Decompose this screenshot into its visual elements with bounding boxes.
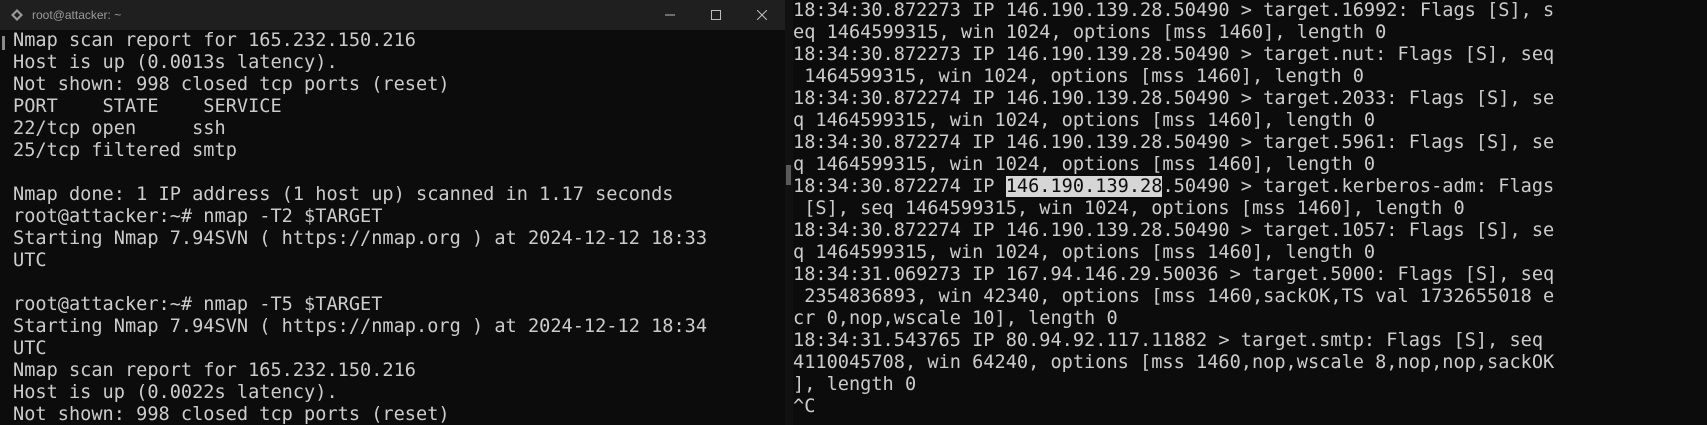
title-bar[interactable]: root@attacker: ~ [0, 0, 785, 30]
close-icon [757, 10, 767, 20]
terminal-line: 25/tcp filtered smtp [13, 140, 237, 161]
terminal-line: 18:34:30.872274 IP 146.190.139.28.50490 … [793, 88, 1555, 109]
terminal-line: 1464599315, win 1024, options [mss 1460]… [793, 66, 1364, 87]
terminal-app-icon [10, 8, 24, 22]
pane-divider[interactable] [785, 0, 793, 425]
terminal-line: ], length 0 [793, 374, 917, 395]
terminal-line: 18:34:30.872273 IP 146.190.139.28.50490 … [793, 44, 1555, 65]
maximize-button[interactable] [693, 0, 739, 30]
terminal-line: 18:34:30.872273 IP 146.190.139.28.50490 … [793, 0, 1555, 21]
terminal-line: 4110045708, win 64240, options [mss 1460… [793, 352, 1555, 373]
resize-handle-icon[interactable] [786, 165, 791, 185]
minimize-icon [665, 14, 675, 16]
highlighted-terminal-line: 18:34:30.872274 IP 146.190.139.28.50490 … [793, 176, 1693, 198]
terminal-line: q 1464599315, win 1024, options [mss 146… [793, 242, 1376, 263]
close-button[interactable] [739, 0, 785, 30]
minimize-button[interactable] [647, 0, 693, 30]
line-prefix: 18:34:30.872274 IP [793, 176, 1006, 197]
terminal-line: Nmap done: 1 IP address (1 host up) scan… [13, 184, 674, 205]
terminal-line: eq 1464599315, win 1024, options [mss 14… [793, 22, 1387, 43]
terminal-line: Host is up (0.0022s latency). [13, 382, 338, 403]
terminal-line: [S], seq 1464599315, win 1024, options [… [793, 198, 1465, 219]
terminal-line: 2354836893, win 42340, options [mss 1460… [793, 286, 1555, 307]
terminal-line: Starting Nmap 7.94SVN ( https://nmap.org… [13, 316, 708, 337]
right-terminal-output[interactable]: 18:34:30.872273 IP 146.190.139.28.50490 … [793, 0, 1693, 425]
terminal-line: ^C [793, 396, 816, 417]
terminal-line: q 1464599315, win 1024, options [mss 146… [793, 154, 1376, 175]
terminal-line: Nmap scan report for 165.232.150.216 [13, 30, 416, 51]
maximize-icon [711, 10, 721, 20]
terminal-line: 18:34:30.872274 IP 146.190.139.28.50490 … [793, 220, 1555, 241]
left-terminal-output[interactable]: Nmap scan report for 165.232.150.216 Hos… [13, 30, 783, 425]
terminal-line: cr 0,nop,wscale 10], length 0 [793, 308, 1118, 329]
terminal-line: Not shown: 998 closed tcp ports (reset) [13, 74, 450, 95]
terminal-line: UTC [13, 250, 47, 271]
terminal-line: 18:34:30.872274 IP 146.190.139.28.50490 … [793, 132, 1555, 153]
terminal-line: q 1464599315, win 1024, options [mss 146… [793, 110, 1376, 131]
terminal-line: Nmap scan report for 165.232.150.216 [13, 360, 416, 381]
terminal-line: 22/tcp open ssh [13, 118, 226, 139]
terminal-line: root@attacker:~# nmap -T5 $TARGET [13, 294, 383, 315]
left-terminal-window: root@attacker: ~ Nmap scan report for 16… [0, 0, 785, 425]
terminal-line: PORT STATE SERVICE [13, 96, 282, 117]
window-title: root@attacker: ~ [32, 8, 122, 22]
selected-text[interactable]: 146.190.139.28 [1005, 176, 1163, 197]
terminal-line: Host is up (0.0013s latency). [13, 52, 338, 73]
line-suffix: .50490 > target.kerberos-adm: Flags [1162, 176, 1555, 197]
terminal-line: Starting Nmap 7.94SVN ( https://nmap.org… [13, 228, 708, 249]
gutter-marker [2, 36, 5, 50]
terminal-line: Not shown: 998 closed tcp ports (reset) [13, 404, 450, 425]
scrollbar[interactable] [1693, 0, 1707, 425]
terminal-line: 18:34:31.543765 IP 80.94.92.117.11882 > … [793, 330, 1544, 351]
terminal-line: UTC [13, 338, 47, 359]
terminal-line: root@attacker:~# nmap -T2 $TARGET [13, 206, 383, 227]
terminal-line: 18:34:31.069273 IP 167.94.146.29.50036 >… [793, 264, 1555, 285]
left-gutter [0, 36, 8, 425]
